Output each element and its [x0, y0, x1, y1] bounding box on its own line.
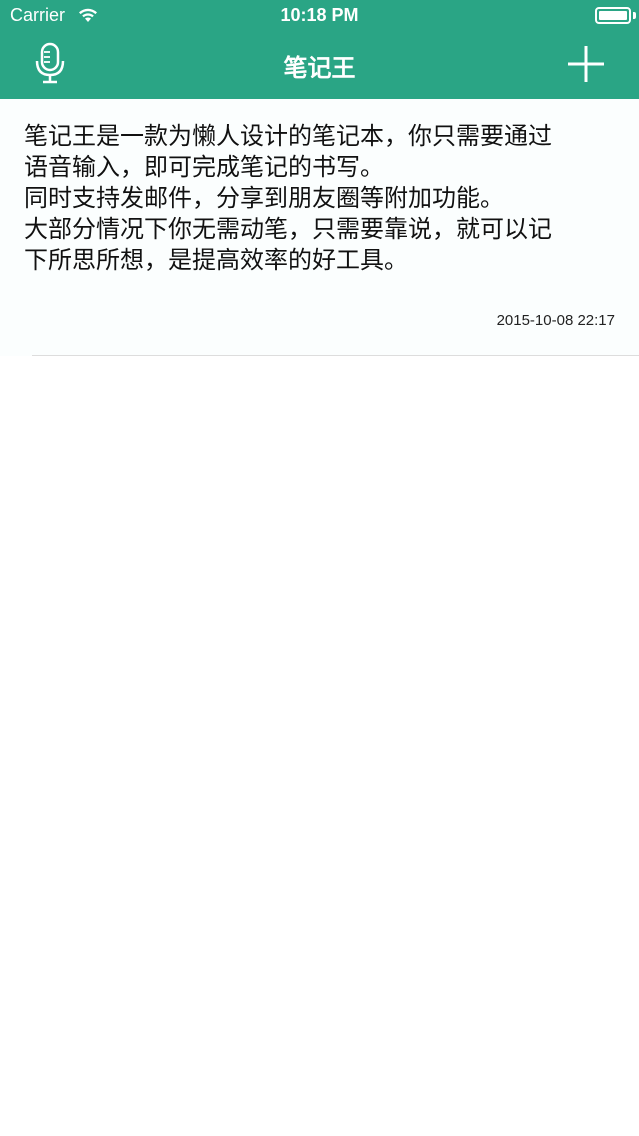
status-time: 10:18 PM: [280, 5, 359, 25]
battery-icon: [595, 7, 631, 24]
page-title: 笔记王: [283, 54, 356, 82]
battery-tip: [633, 12, 636, 19]
note-list-item[interactable]: 笔记王是一款为懒人设计的笔记本，你只需要通过 语音输入，即可完成笔记的书写。 同…: [0, 99, 639, 356]
list-separator: [32, 355, 639, 356]
nav-header: Carrier 10:18 PM 笔记王: [0, 0, 639, 99]
status-bar: Carrier 10:18 PM: [0, 0, 639, 32]
note-date: 2015-10-08 22:17: [496, 312, 615, 329]
note-body-text: 笔记王是一款为懒人设计的笔记本，你只需要通过 语音输入，即可完成笔记的书写。 同…: [24, 122, 552, 274]
plus-icon[interactable]: [566, 44, 606, 84]
